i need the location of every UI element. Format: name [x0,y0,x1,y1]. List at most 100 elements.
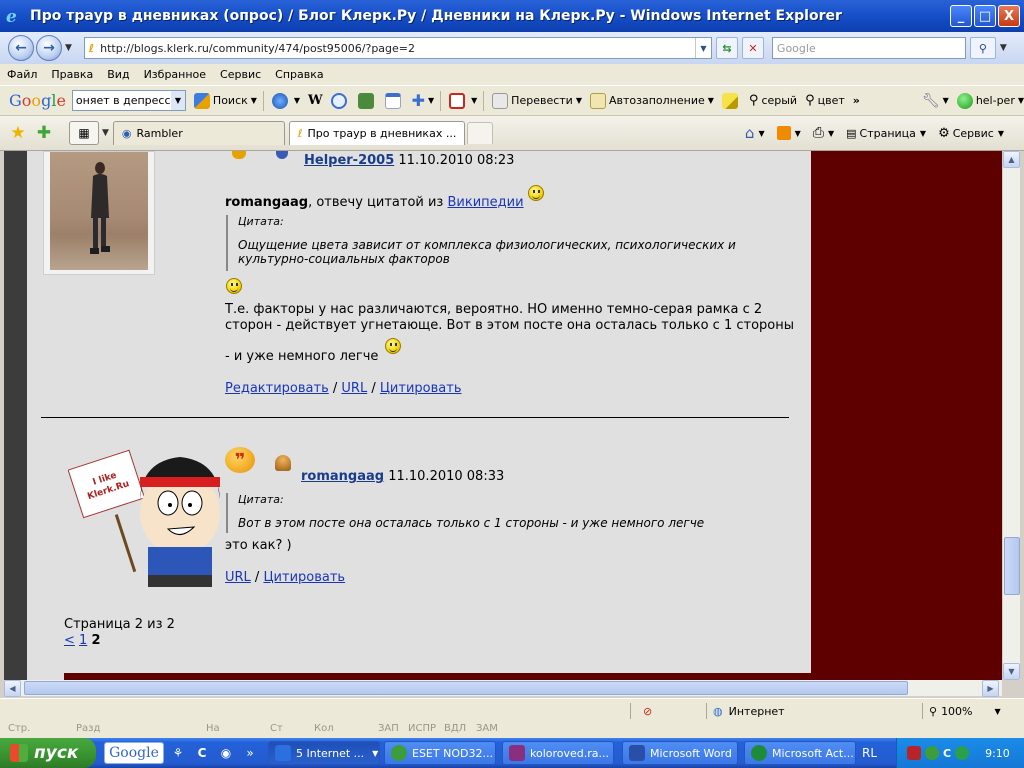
chevron-down-icon: ▼ [919,128,927,138]
minimize-button[interactable]: _ [950,5,972,27]
home-button[interactable]: ⌂ ▼ [745,124,765,142]
ie-icon [275,745,291,761]
grey-search-button[interactable]: ⚲ серый [749,93,797,108]
highlighter-button[interactable] [721,92,741,109]
taskbar-item[interactable]: koloroved.ra... [502,741,614,765]
strip-column: Кол [314,723,334,734]
vertical-scrollbar[interactable]: ▲ ▼ [1002,151,1020,680]
google-search-input[interactable]: оняет в депрессию ▼ [71,90,186,111]
zoom-control[interactable]: ⚲ 100% ▼ [922,703,1022,719]
quick-tabs-button[interactable]: ▦ [69,121,99,145]
taskbar-item[interactable]: Microsoft Act... [744,741,856,765]
security-cell[interactable]: ⊘ [630,703,706,719]
quicklaunch-c-icon[interactable]: C [192,743,212,763]
scroll-right-button[interactable]: ▶ [982,679,999,697]
horizontal-scrollbar[interactable]: ◀ ▶ [4,679,1002,697]
wikipedia-button[interactable]: W [308,93,323,108]
author-link[interactable]: romangaag [301,469,384,484]
more-tools-button[interactable]: » [853,94,860,107]
language-indicator[interactable]: RL [862,746,877,760]
globe-button[interactable]: ▼ [271,92,300,109]
quicklaunch-network-icon[interactable]: ⚘ [168,743,188,763]
color-search-button[interactable]: ⚲ цвет [805,93,845,108]
feeds-button[interactable]: ▼ [776,126,801,140]
menu-file[interactable]: Файл [7,68,37,81]
page-link-1[interactable]: 1 [79,633,87,648]
taskbar-item[interactable]: Microsoft Word [622,741,738,765]
scroll-up-button[interactable]: ▲ [1003,151,1020,168]
chevron-up-icon: ▲ [1008,155,1015,164]
address-bar[interactable]: ℓ http://blogs.klerk.ru/community/474/po… [83,37,712,59]
refresh-button[interactable]: ⇆ [715,37,738,59]
horizontal-scroll-thumb[interactable] [24,681,908,695]
google-search-button[interactable]: Поиск ▼ [193,92,257,109]
wikipedia-link[interactable]: Википедии [447,195,523,210]
settings-button[interactable]: 🔧︎ ▼ [922,93,949,109]
tab-rambler[interactable]: ◉ Rambler [112,121,285,145]
tray-c-icon[interactable]: C [943,747,951,760]
add-favorite-icon[interactable]: ✚ [35,123,53,143]
avatar[interactable]: I like Klerk.Ru [68,443,220,589]
forward-button[interactable]: → [36,35,62,61]
address-dropdown[interactable]: ▼ [694,38,711,58]
tray-antivirus-icon[interactable] [907,746,921,760]
search-input[interactable]: Google [771,37,966,59]
tab-list-dropdown[interactable]: ▼ [102,128,109,138]
scroll-down-button[interactable]: ▼ [1003,663,1020,680]
quicklaunch-more-icon[interactable]: » [240,743,260,763]
tools-menu-button[interactable]: ⚙ Сервис ▼ [938,126,1004,141]
print-button[interactable]: ⎙ ▼ [813,125,834,141]
quote-link[interactable]: Цитировать [380,381,462,396]
menu-edit[interactable]: Правка [51,68,93,81]
translate-button[interactable]: Перевести ▼ [492,92,582,109]
autofill-button[interactable]: Автозаполнение ▼ [589,92,714,109]
compass-button[interactable] [330,92,350,109]
close-button[interactable]: X [998,5,1020,27]
tray-sync-icon[interactable] [955,746,970,760]
calendar-button[interactable] [384,92,404,109]
quote-label: Цитата: [238,215,284,228]
favorites-star-icon[interactable]: ★ [9,123,27,143]
tab-active[interactable]: ℓ Про траур в дневниках ... × [288,121,465,145]
search-button[interactable]: ⚲ [969,37,996,59]
tray-eset-icon[interactable] [925,746,939,760]
back-button[interactable]: ← [8,35,34,61]
popup-blocker-button[interactable]: ▼ [449,92,478,109]
author-link[interactable]: Helper-2005 [304,153,394,168]
action-separator: / [328,381,342,396]
add-button[interactable]: ✚ ▼ [412,91,435,110]
documents-button[interactable] [357,92,377,109]
chevron-down-icon: ▼ [471,96,478,105]
avatar[interactable] [43,151,155,275]
taskbar-item[interactable]: 5 Internet ... ▼ [268,741,380,765]
taskbar-item[interactable]: ESET NOD32... [384,741,496,765]
more-chevron: » [852,94,860,107]
scroll-left-button[interactable]: ◀ [4,679,21,697]
url-link[interactable]: URL [225,570,251,585]
quote-link[interactable]: Цитировать [263,570,345,585]
page-footer-bar [64,673,812,680]
google-deskbar[interactable]: Google [104,742,164,764]
start-button[interactable]: пуск [0,738,96,768]
history-dropdown[interactable]: ▼ [65,43,72,53]
edit-link[interactable]: Редактировать [225,381,329,396]
maximize-button[interactable]: □ [974,5,996,27]
action-separator: / [367,381,380,396]
close-tab-icon[interactable]: × [464,127,465,140]
quicklaunch-chrome-icon[interactable]: ◉ [216,743,236,763]
page-menu-button[interactable]: ▤ Страница ▼ [846,127,926,140]
wikipedia-icon: W [308,93,323,108]
user-menu[interactable]: hel-per ▼ [956,92,1024,109]
menu-view[interactable]: Вид [107,68,129,81]
stop-button[interactable]: ✕ [741,37,764,59]
menu-tools[interactable]: Сервис [220,68,261,81]
menu-favorites[interactable]: Избранное [144,68,206,81]
search-options-dropdown[interactable]: ▼ [1000,43,1007,53]
prev-page-link[interactable]: < [64,633,75,648]
new-tab-button[interactable] [466,122,493,144]
vertical-scroll-thumb[interactable] [1004,537,1020,595]
google-query-dropdown[interactable]: ▼ [170,91,185,110]
url-link[interactable]: URL [341,381,367,396]
winrar-icon [509,745,525,761]
menu-help[interactable]: Справка [275,68,323,81]
